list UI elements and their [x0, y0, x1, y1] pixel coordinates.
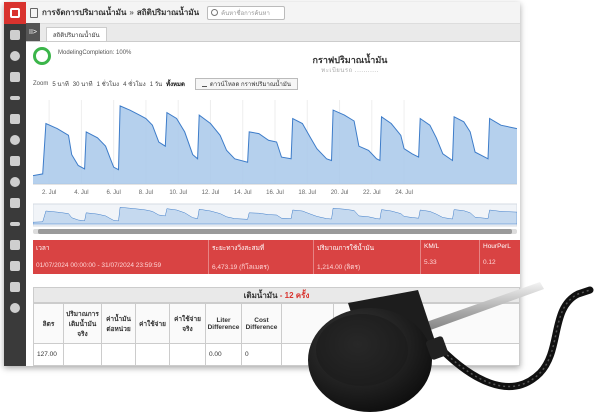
sidebar: [4, 2, 26, 366]
col-cost-difference: Cost Difference: [241, 303, 282, 344]
download-chart-button[interactable]: ดาวน์โหลด กราฟปริมาณน้ำมัน: [194, 78, 298, 90]
x-tick-label: 2. Jul: [42, 190, 56, 196]
zoom-label: Zoom: [33, 81, 49, 87]
wrench-icon[interactable]: [4, 24, 26, 45]
x-tick-label: 18. Jul: [298, 190, 316, 196]
distance-label: ระยะทางวิ่งสะสมที่: [212, 245, 265, 252]
hourperl-value: 0.12: [483, 259, 496, 266]
x-tick-label: 4. Jul: [74, 190, 88, 196]
fuel-icon: [30, 7, 38, 18]
breadcrumb-separator: »: [129, 8, 134, 17]
fuel-level-chart[interactable]: 2. Jul 4. Jul 6. Jul 8. Jul 10. Jul 12. Jul 14…: [33, 92, 517, 238]
col-cost: ค่าใช้จ่าย: [135, 303, 170, 344]
x-tick-label: 20. Jul: [331, 190, 349, 196]
globe-icon[interactable]: [4, 45, 26, 66]
tab-row: II> สถิติปริมาณน้ำมัน: [26, 23, 520, 42]
search-input[interactable]: ค้นหาชื่อการค้นหา: [207, 5, 286, 20]
zoom-4h[interactable]: 4 ชั่วโมง: [123, 79, 146, 89]
x-tick-label: 24. Jul: [395, 190, 413, 196]
x-tick-label: 14. Jul: [234, 190, 252, 196]
table-cell: 127.00: [33, 343, 64, 366]
period-label: เวลา: [36, 245, 50, 252]
zoom-controls: Zoom 5 นาที 30 นาที 1 ชั่วโมง 4 ชั่วโมง …: [33, 78, 298, 90]
chart-subtitle: ทะเบียนรถ ...........: [321, 68, 379, 74]
distance-value: 6,473.19 (กิโลเมตร): [212, 264, 270, 271]
col-liter-difference: Liter Difference: [205, 303, 242, 344]
col-liter: ลิตร: [33, 303, 64, 344]
completion-text: ModelingCompletion: 100%: [58, 50, 132, 56]
period-value: 01/07/2024 00:00:00 - 31/07/2024 23:59:5…: [36, 262, 162, 269]
x-tick-label: 16. Jul: [266, 190, 284, 196]
x-tick-label: 22. Jul: [363, 190, 381, 196]
app-logo[interactable]: [4, 2, 26, 24]
hourperl-label: HourPerL: [483, 243, 511, 250]
bus-icon[interactable]: [4, 255, 26, 276]
document-icon[interactable]: [4, 150, 26, 171]
table-cell: [101, 343, 136, 366]
table-cell: 0: [241, 343, 282, 366]
x-tick-label: 10. Jul: [169, 190, 187, 196]
report-icon[interactable]: [4, 276, 26, 297]
search-icon: [211, 9, 219, 16]
completion-ring-icon: [33, 47, 51, 65]
x-tick-label: 12. Jul: [202, 190, 220, 196]
zoom-all[interactable]: ทั้งหมด: [166, 79, 185, 89]
screenshot-stage: การจัดการปริมาณน้ำมัน » สถิติปริมาณน้ำมั…: [0, 0, 600, 415]
x-tick-label: 8. Jul: [139, 190, 153, 196]
x-tick-label: 6. Jul: [106, 190, 120, 196]
group-icon[interactable]: [4, 234, 26, 255]
scrollbar-thumb[interactable]: [38, 229, 512, 234]
table-cell: [169, 343, 206, 366]
settings-icon[interactable]: [4, 297, 26, 318]
refuel-title-text: เติมน้ำมัน: [243, 291, 278, 300]
col-unit-price: ค่าน้ำมันต่อหน่วย: [101, 303, 136, 344]
logo-mark: [10, 8, 20, 18]
sidebar-toggle-button[interactable]: II>: [26, 23, 40, 41]
x-axis-ticks: 2. Jul 4. Jul 6. Jul 8. Jul 10. Jul 12. Jul 14…: [42, 190, 413, 196]
truck-icon[interactable]: [4, 66, 26, 87]
route-icon[interactable]: [4, 87, 26, 108]
zoom-5min[interactable]: 5 นาที: [52, 79, 68, 89]
user-icon[interactable]: [4, 171, 26, 192]
period-cell: เวลา 01/07/2024 00:00:00 - 31/07/2024 23…: [33, 240, 209, 274]
breadcrumb-current: สถิติปริมาณน้ำมัน: [136, 8, 200, 17]
breadcrumb-parent[interactable]: การจัดการปริมาณน้ำมัน: [42, 6, 126, 19]
zoom-1h[interactable]: 1 ชั่วโมง: [97, 79, 120, 89]
table-cell: [63, 343, 102, 366]
search-placeholder: ค้นหาชื่อการค้นหา: [221, 10, 270, 17]
table-cell: 0.00: [205, 343, 242, 366]
table-cell: [135, 343, 170, 366]
tab-fuel-statistics[interactable]: สถิติปริมาณน้ำมัน: [46, 27, 107, 41]
col-actual-cost: ค่าใช้จ่ายจริง: [169, 303, 206, 344]
zoom-1d[interactable]: 1 วัน: [150, 79, 162, 89]
col-actual-refuel: ปริมาณการเติมน้ำมันจริง: [63, 303, 102, 344]
gauge-icon[interactable]: [4, 129, 26, 150]
kml-value: 5.33: [424, 259, 437, 266]
chart-icon[interactable]: [4, 108, 26, 129]
download-label: ดาวน์โหลด กราฟปริมาณน้ำมัน: [209, 82, 291, 88]
kml-label: KM/L: [424, 243, 440, 250]
fuel-used-label: ปริมาณการใช้น้ำมัน: [317, 245, 375, 252]
download-icon: [201, 82, 207, 87]
fuel-sensor-product-image: [308, 282, 594, 412]
battery-icon[interactable]: [4, 213, 26, 234]
zoom-30min[interactable]: 30 นาที: [73, 79, 93, 89]
top-bar: การจัดการปริมาณน้ำมัน » สถิติปริมาณน้ำมั…: [26, 2, 520, 24]
distance-cell: ระยะทางวิ่งสะสมที่ 6,473.19 (กิโลเมตร): [209, 240, 314, 274]
fuel-pump-icon[interactable]: [4, 192, 26, 213]
